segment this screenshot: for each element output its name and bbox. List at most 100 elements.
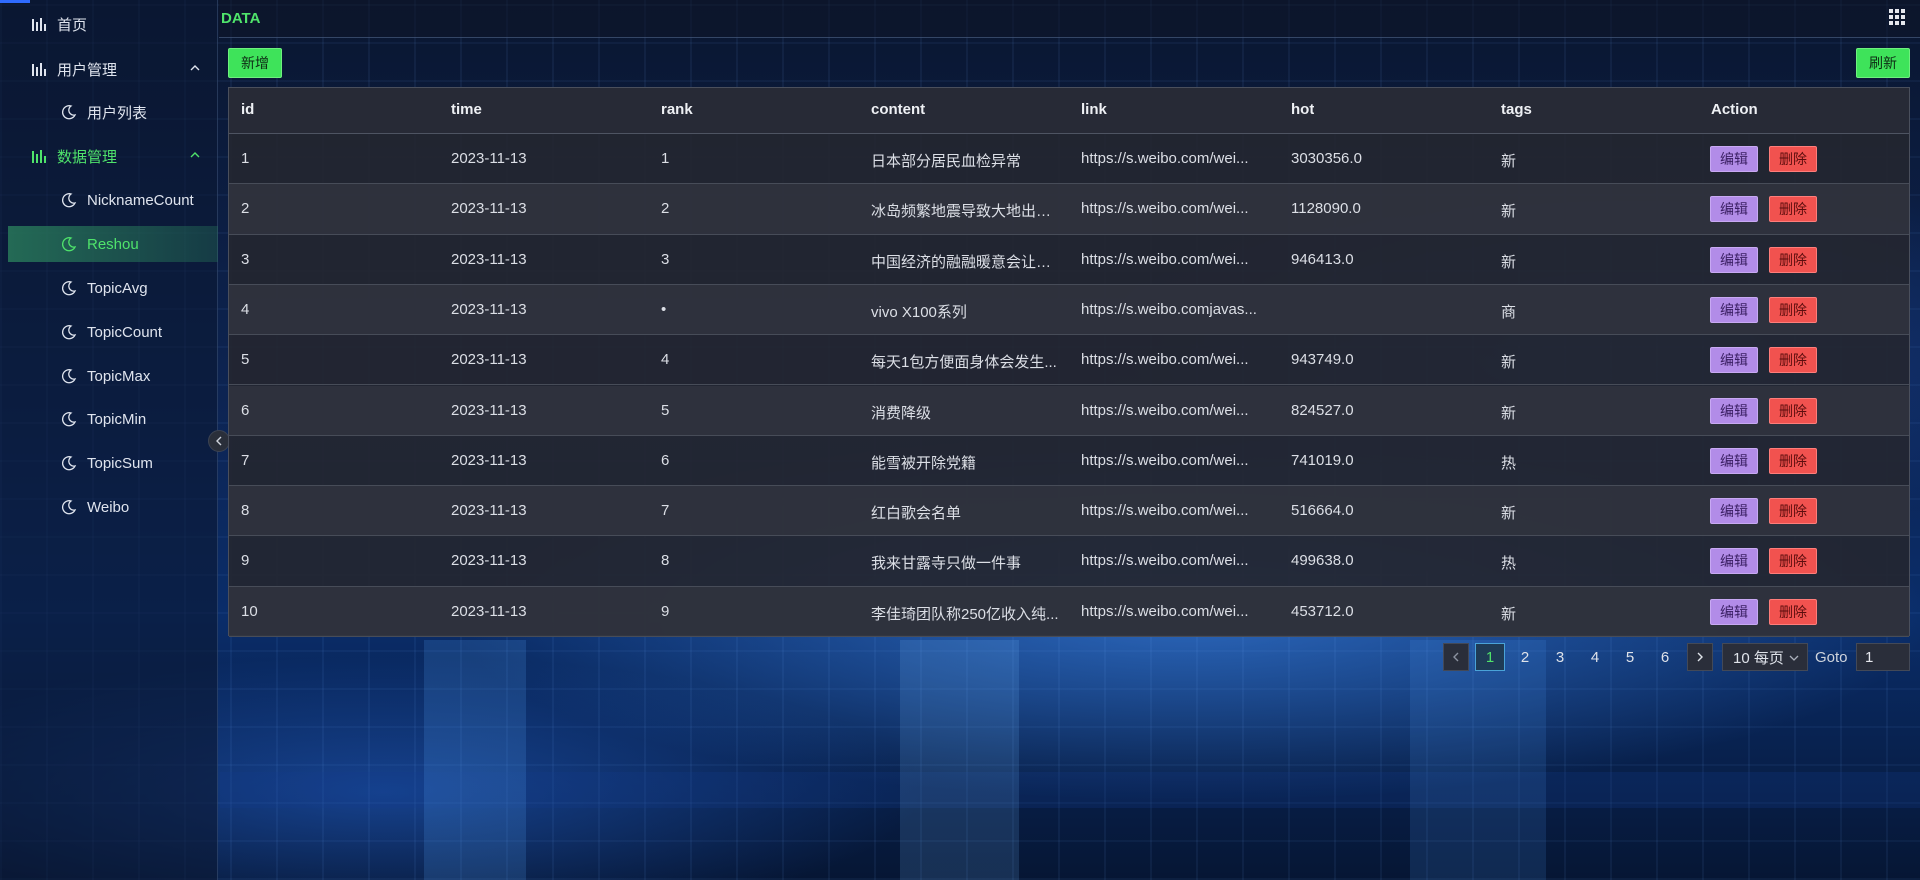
table-row: 8 2023-11-13 7 红白歌会名单 https://s.weibo.com/we… xyxy=(229,486,1909,537)
add-button[interactable]: 新增 xyxy=(228,48,282,78)
page-number-5[interactable]: 5 xyxy=(1615,643,1645,671)
bar-chart-icon xyxy=(30,147,48,165)
sidebar-item-label: TopicSum xyxy=(87,454,153,472)
sidebar-item-topicavg[interactable]: TopicAvg xyxy=(0,270,218,306)
delete-button[interactable]: 删除 xyxy=(1769,296,1817,323)
chevron-up-icon xyxy=(190,65,200,71)
column-header-link: link xyxy=(1081,101,1107,118)
cell-content: 能雪被开除党籍 xyxy=(871,454,977,472)
cell-time: 2023-11-13 xyxy=(451,502,527,520)
sidebar-item-home[interactable]: 首页 xyxy=(0,6,218,42)
cell-time: 2023-11-13 xyxy=(451,351,527,369)
cell-hot: 3030356.0 xyxy=(1291,150,1362,167)
moon-icon xyxy=(60,410,78,428)
edit-button[interactable]: 编辑 xyxy=(1710,397,1758,424)
prev-page-button[interactable] xyxy=(1443,643,1469,671)
edit-button[interactable]: 编辑 xyxy=(1710,447,1758,474)
background-blocks xyxy=(220,640,1920,880)
table-row: 2 2023-11-13 2 冰岛频繁地震导致大地出现... https://s.wei… xyxy=(229,184,1909,235)
cell-hot: 453712.0 xyxy=(1291,602,1354,620)
sidebar-item-data-management[interactable]: 数据管理 xyxy=(0,138,218,174)
cell-id: 3 xyxy=(241,250,250,268)
sidebar-item-label: 用户管理 xyxy=(57,61,118,79)
table-row: 5 2023-11-13 4 每天1包方便面身体会发生... https://s.wei… xyxy=(229,335,1909,386)
refresh-button[interactable]: 刷新 xyxy=(1856,48,1910,78)
delete-button[interactable]: 删除 xyxy=(1769,447,1817,474)
cell-id: 10 xyxy=(241,602,258,620)
sidebar-accent-line xyxy=(0,0,30,3)
moon-icon xyxy=(60,454,78,472)
edit-button[interactable]: 编辑 xyxy=(1710,548,1758,575)
delete-button[interactable]: 删除 xyxy=(1769,548,1817,575)
table-row: 7 2023-11-13 6 能雪被开除党籍 https://s.weibo.com/w… xyxy=(229,436,1909,487)
column-header-tags: tags xyxy=(1501,101,1532,118)
delete-button[interactable]: 删除 xyxy=(1769,498,1817,525)
cell-content: 冰岛频繁地震导致大地出现... xyxy=(871,203,1061,221)
sidebar-item-user-management[interactable]: 用户管理 xyxy=(0,51,218,87)
cell-link: https://s.weibo.com/wei... xyxy=(1081,401,1249,419)
delete-button[interactable]: 删除 xyxy=(1769,598,1817,625)
sidebar-item-user-list[interactable]: 用户列表 xyxy=(0,94,218,130)
table-row: 3 2023-11-13 3 中国经济的融融暖意会让发... https://s.wei… xyxy=(229,235,1909,285)
sidebar-collapse-button[interactable] xyxy=(208,430,230,452)
sidebar-item-topiccount[interactable]: TopicCount xyxy=(0,314,218,350)
sidebar-item-topicsum[interactable]: TopicSum xyxy=(0,445,218,481)
chevron-right-icon xyxy=(1697,652,1703,662)
edit-button[interactable]: 编辑 xyxy=(1710,146,1758,172)
delete-button[interactable]: 删除 xyxy=(1769,196,1817,223)
column-header-id: id xyxy=(241,101,255,118)
edit-button[interactable]: 编辑 xyxy=(1710,598,1758,625)
next-page-button[interactable] xyxy=(1687,643,1713,671)
delete-button[interactable]: 删除 xyxy=(1769,146,1817,172)
table-row: 6 2023-11-13 5 消费降级 https://s.weibo.com/wei.… xyxy=(229,385,1909,436)
edit-button[interactable]: 编辑 xyxy=(1710,498,1758,525)
edit-button[interactable]: 编辑 xyxy=(1710,296,1758,323)
delete-button[interactable]: 删除 xyxy=(1769,347,1817,374)
delete-button[interactable]: 删除 xyxy=(1769,246,1817,273)
column-header-content: content xyxy=(871,101,926,118)
page-number-1[interactable]: 1 xyxy=(1475,643,1505,671)
cell-tags: 新 xyxy=(1501,404,1517,422)
cell-tags: 热 xyxy=(1501,454,1517,472)
cell-rank: 5 xyxy=(661,401,670,419)
sidebar-item-label: NicknameCount xyxy=(87,191,194,209)
sidebar-item-weibo[interactable]: Weibo xyxy=(0,489,218,525)
cell-time: 2023-11-13 xyxy=(451,602,527,620)
page-number-3[interactable]: 3 xyxy=(1545,643,1575,671)
chevron-up-icon xyxy=(190,152,200,158)
sidebar-item-label: TopicAvg xyxy=(87,279,148,297)
sidebar-item-topicmin[interactable]: TopicMin xyxy=(0,401,218,437)
column-header-hot: hot xyxy=(1291,101,1315,118)
sidebar-item-label: TopicMax xyxy=(87,367,151,385)
page-number-4[interactable]: 4 xyxy=(1580,643,1610,671)
cell-link: https://s.weibo.com/wei... xyxy=(1081,552,1249,570)
table-row: 4 2023-11-13 • vivo X100系列 https://s.weibo.c… xyxy=(229,284,1909,336)
cell-rank: 1 xyxy=(661,150,670,167)
sidebar-item-nicknamecount[interactable]: NicknameCount xyxy=(0,182,218,218)
sidebar-item-label: 首页 xyxy=(57,16,88,34)
sidebar-item-label: TopicMin xyxy=(87,410,147,428)
cell-hot: 516664.0 xyxy=(1291,502,1354,520)
sidebar-item-topicmax[interactable]: TopicMax xyxy=(0,358,218,394)
sidebar-item-reshou[interactable]: Reshou xyxy=(8,226,218,262)
edit-button[interactable]: 编辑 xyxy=(1710,347,1758,374)
edit-button[interactable]: 编辑 xyxy=(1710,246,1758,273)
chevron-left-icon xyxy=(1453,652,1459,662)
goto-label: Goto xyxy=(1815,649,1848,666)
grid-icon[interactable] xyxy=(1888,8,1906,26)
moon-icon xyxy=(60,323,78,341)
cell-tags: 新 xyxy=(1501,605,1517,623)
cell-link: https://s.weibo.com/wei... xyxy=(1081,351,1249,369)
page-size-select[interactable]: 10 每页 xyxy=(1722,643,1808,671)
cell-content: 日本部分居民血检异常 xyxy=(871,153,1022,170)
edit-button[interactable]: 编辑 xyxy=(1710,196,1758,223)
cell-rank: 7 xyxy=(661,502,670,520)
sidebar: 首页 用户管理 用户列表 数据管理 NicknameCount Reshou T… xyxy=(0,0,218,880)
delete-button[interactable]: 删除 xyxy=(1769,397,1817,424)
cell-tags: 热 xyxy=(1501,555,1517,573)
sidebar-item-label: Weibo xyxy=(87,498,130,516)
page-number-6[interactable]: 6 xyxy=(1650,643,1680,671)
page-number-2[interactable]: 2 xyxy=(1510,643,1540,671)
goto-page-input[interactable] xyxy=(1856,643,1910,671)
moon-icon xyxy=(60,279,78,297)
